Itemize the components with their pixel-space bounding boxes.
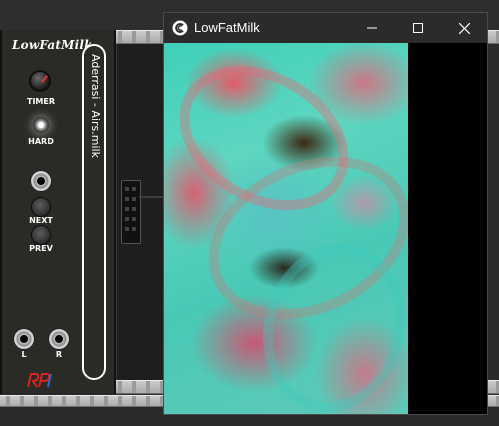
preset-name: Aderrasi - Airs.milk [89,54,102,158]
minimize-button[interactable] [349,13,395,43]
right-audio-jack[interactable] [48,328,70,350]
timer-label: TIMER [26,97,56,106]
app-icon [172,20,188,36]
maximize-button[interactable] [395,13,441,43]
timer-knob[interactable] [29,70,51,92]
minimize-icon [367,27,377,29]
close-icon [458,22,470,34]
window-title: LowFatMilk [194,20,260,35]
brand-logo-icon [27,373,52,388]
neighbor-module [116,44,169,380]
next-button[interactable] [31,197,51,217]
window-titlebar[interactable]: LowFatMilk [164,13,487,43]
left-audio-jack[interactable] [13,328,35,350]
maximize-icon [413,23,423,33]
visualization-black-area [408,43,487,414]
prev-label: PREV [29,244,53,253]
hard-label: HARD [28,137,54,146]
next-label: NEXT [29,216,53,225]
left-label: L [21,350,27,359]
right-label: R [55,350,63,359]
trigger-input-jack[interactable] [30,170,52,192]
module-title: LowFatMilk [12,38,93,52]
close-button[interactable] [441,13,487,43]
ribbon-connector [121,180,141,244]
prev-button[interactable] [31,225,51,245]
visualizer-window[interactable]: LowFatMilk [163,12,488,415]
visualization-canvas[interactable] [164,43,408,414]
lowfatmilk-module: LowFatMilk TIMER HARD NEXT PREV L R Ader… [0,30,116,394]
hard-light[interactable] [33,117,49,133]
